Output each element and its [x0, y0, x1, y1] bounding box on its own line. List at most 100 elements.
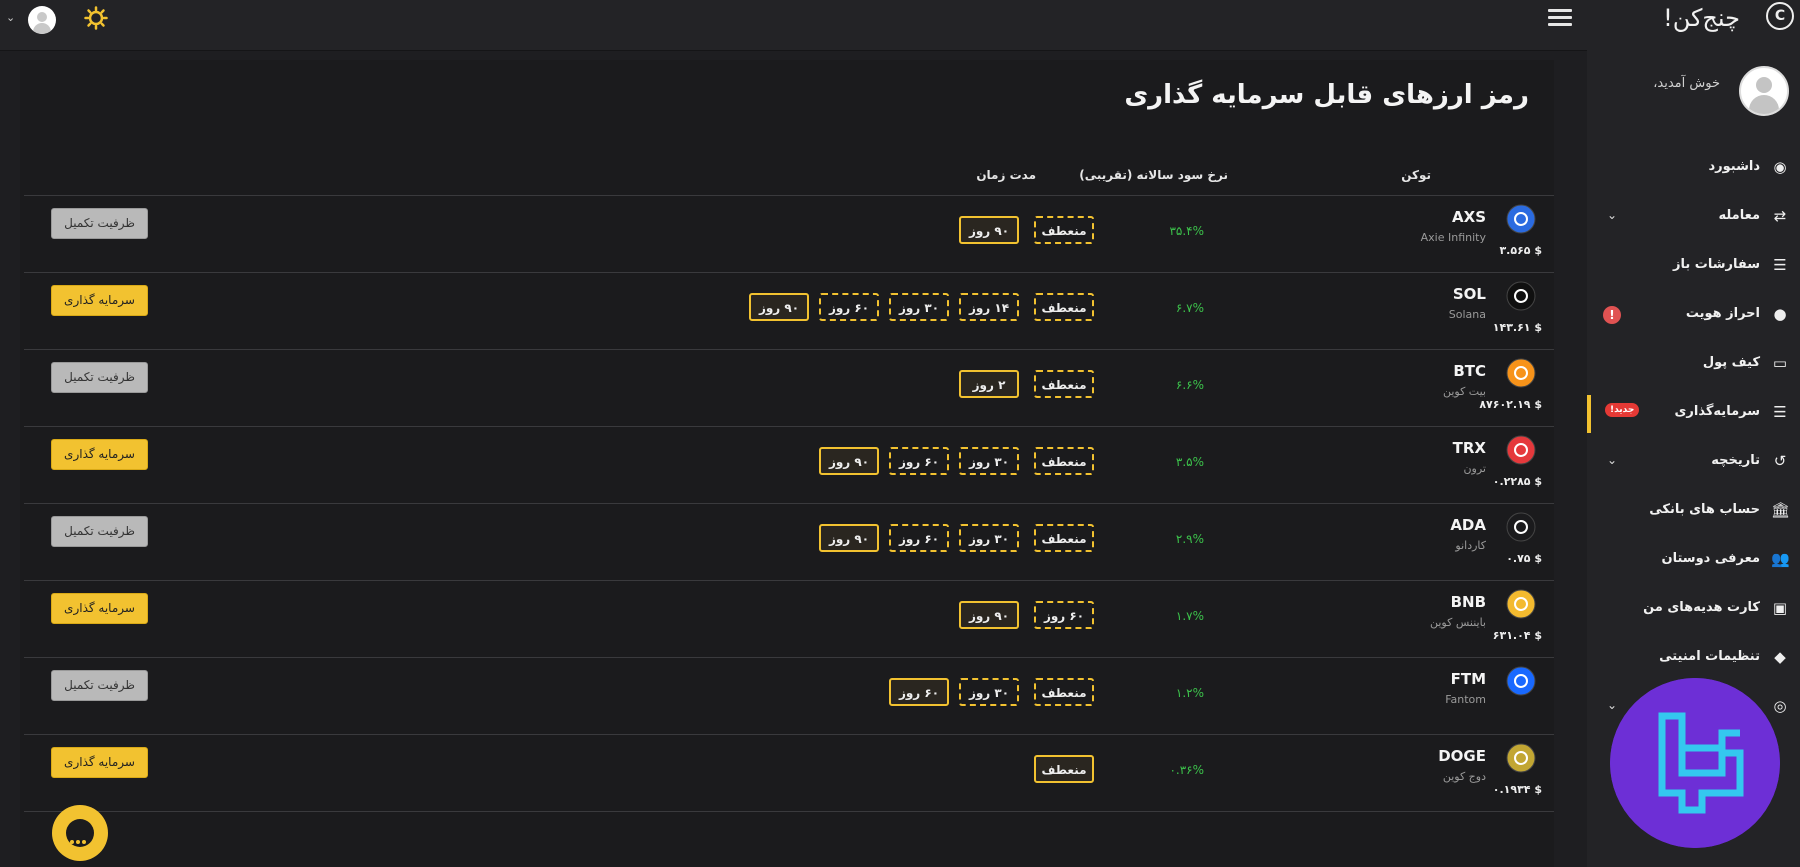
token-name: دوج کوین [1442, 770, 1486, 783]
duration-option[interactable]: منعطف [1034, 216, 1094, 244]
sidebar-item-verification[interactable]: ● احراز هویت ! [1587, 293, 1800, 339]
duration-option[interactable]: ۱۴ روز [959, 293, 1019, 321]
sidebar-item-history[interactable]: ↺ تاریخچه ⌄ [1587, 440, 1800, 486]
capacity-full-button[interactable]: ظرفیت تکمیل [51, 516, 148, 547]
watermark-logo-icon [1610, 678, 1780, 848]
duration-option[interactable]: ۶۰ روز [889, 447, 949, 475]
duration-option[interactable]: ۲ روز [959, 370, 1019, 398]
annual-rate: ۲.۹% [1175, 532, 1204, 546]
brand-name[interactable]: چنج‌کن! [1663, 4, 1740, 32]
token-price: $ ۱۴۳.۶۱ [1492, 321, 1542, 334]
sidebar-item-referral[interactable]: 👥 معرفی دوستان [1587, 538, 1800, 584]
sidebar-item-gift-cards[interactable]: ▣ کارت هدیه‌های من [1587, 587, 1800, 633]
duration-option[interactable]: ۶۰ روز [889, 524, 949, 552]
duration-option[interactable]: ۳۰ روز [889, 293, 949, 321]
support-icon: ◎ [1773, 697, 1787, 715]
new-badge: جدید! [1605, 403, 1640, 417]
table-row: DOGE دوج کوین $ ۰.۱۹۳۴ ۰.۳۶% منعطف سرمایه گذا… [24, 735, 1554, 812]
token-name: کاردانو [1455, 539, 1486, 552]
axs-icon [1506, 204, 1536, 234]
token-name: Fantom [1445, 693, 1486, 706]
token-name: بایننس کوین [1430, 616, 1486, 629]
capacity-full-button[interactable]: ظرفیت تکمیل [51, 208, 148, 239]
sidebar-item-investment[interactable]: ☰ سرمایه‌گذاری جدید! [1587, 391, 1800, 437]
invest-icon: ☰ [1773, 403, 1787, 421]
doge-icon [1506, 743, 1536, 773]
duration-option[interactable]: ۶۰ روز [889, 678, 949, 706]
token-symbol: ADA [1450, 516, 1486, 534]
duration-option[interactable]: ۳۰ روز [959, 678, 1019, 706]
user-avatar[interactable] [28, 6, 56, 34]
chat-bubble-icon [70, 829, 90, 844]
chat-button[interactable] [52, 805, 108, 861]
capacity-full-button[interactable]: ظرفیت تکمیل [51, 362, 148, 393]
page-title: رمز ارزهای قابل سرمایه گذاری [1124, 80, 1529, 110]
sidebar-item-open-orders[interactable]: ☰ سفارشات باز [1587, 244, 1800, 290]
sidebar-item-label: معرفی دوستان [1661, 551, 1760, 566]
sidebar-item-label: تنظیمات امنیتی [1659, 649, 1760, 664]
chevron-down-icon[interactable]: ⌄ [1607, 698, 1617, 712]
ftm-icon [1506, 666, 1536, 696]
brand-logo-icon[interactable]: C [1766, 2, 1794, 30]
sidebar-item-label: تاریخچه [1711, 453, 1760, 468]
sun-icon[interactable] [84, 6, 108, 30]
token-symbol: AXS [1452, 208, 1486, 226]
duration-option[interactable]: ۹۰ روز [819, 524, 879, 552]
invest-button[interactable]: سرمایه گذاری [51, 439, 148, 470]
token-name: ترون [1463, 462, 1486, 475]
duration-option[interactable]: ۳۰ روز [959, 447, 1019, 475]
duration-option[interactable]: منعطف [1034, 524, 1094, 552]
token-price: $ ۸۷۶۰۲.۱۹ [1479, 398, 1542, 411]
gift-icon: ▣ [1772, 599, 1788, 617]
column-header-duration: مدت زمان [976, 168, 1036, 182]
duration-option[interactable]: منعطف [1034, 293, 1094, 321]
user-menu-caret-icon[interactable]: ⌄ [6, 11, 15, 24]
users-icon: 👥 [1771, 550, 1790, 568]
invest-button[interactable]: سرمایه گذاری [51, 747, 148, 778]
sidebar-item-bank-accounts[interactable]: 🏛 حساب های بانکی [1587, 489, 1800, 535]
trx-icon [1506, 435, 1536, 465]
duration-option[interactable]: منعطف [1034, 370, 1094, 398]
duration-option[interactable]: ۳۰ روز [959, 524, 1019, 552]
sidebar-item-security[interactable]: ◆ تنظیمات امنیتی [1587, 636, 1800, 682]
token-price: $ ۰.۱۹۳۴ [1492, 783, 1542, 796]
duration-option[interactable]: ۹۰ روز [819, 447, 879, 475]
alert-badge: ! [1603, 306, 1621, 324]
token-price: $ ۰.۷۵ [1506, 552, 1542, 565]
invest-button[interactable]: سرمایه گذاری [51, 593, 148, 624]
ada-icon [1506, 512, 1536, 542]
table-row: TRX ترون $ ۰.۲۲۸۵ ۳.۵% منعطف ۳۰ روز ۶۰ روز ۹۰ ر… [24, 427, 1554, 504]
hamburger-icon[interactable] [1548, 9, 1572, 29]
chevron-down-icon[interactable]: ⌄ [1607, 453, 1617, 467]
sidebar-item-dashboard[interactable]: ◉ داشبورد [1587, 146, 1800, 192]
token-price: $ ۰.۲۲۸۵ [1492, 475, 1542, 488]
history-icon: ↺ [1773, 452, 1787, 470]
duration-option[interactable]: منعطف [1034, 755, 1094, 783]
duration-option[interactable]: منعطف [1034, 678, 1094, 706]
chevron-down-icon[interactable]: ⌄ [1607, 208, 1617, 222]
invest-button[interactable]: سرمایه گذاری [51, 285, 148, 316]
sol-icon [1506, 281, 1536, 311]
annual-rate: ۰.۳۶% [1169, 763, 1204, 777]
welcome-text: خوش آمدید، [1653, 76, 1720, 91]
sidebar-item-trade[interactable]: ⇄ معامله ⌄ [1587, 195, 1800, 241]
table-row: SOL Solana $ ۱۴۳.۶۱ ۶.۷% منعطف ۱۴ روز ۳۰ روز ۶۰… [24, 273, 1554, 350]
duration-option[interactable]: ۹۰ روز [959, 216, 1019, 244]
token-symbol: BNB [1450, 593, 1486, 611]
exchange-icon: ⇄ [1773, 207, 1787, 225]
duration-option[interactable]: ۶۰ روز [1034, 601, 1094, 629]
duration-option[interactable]: ۹۰ روز [749, 293, 809, 321]
btc-icon [1506, 358, 1536, 388]
token-price: $ ۶۳۱.۰۴ [1492, 629, 1542, 642]
bank-icon: 🏛 [1771, 501, 1791, 519]
duration-option[interactable]: ۹۰ روز [959, 601, 1019, 629]
profile-avatar[interactable] [1739, 66, 1789, 116]
annual-rate: ۱.۷% [1175, 609, 1204, 623]
duration-option[interactable]: منعطف [1034, 447, 1094, 475]
sidebar-item-label: کیف پول [1702, 355, 1760, 370]
annual-rate: ۳۵.۴% [1169, 224, 1204, 238]
duration-option[interactable]: ۶۰ روز [819, 293, 879, 321]
capacity-full-button[interactable]: ظرفیت تکمیل [51, 670, 148, 701]
token-name: Solana [1448, 308, 1486, 321]
sidebar-item-wallet[interactable]: ▭ کیف پول [1587, 342, 1800, 388]
